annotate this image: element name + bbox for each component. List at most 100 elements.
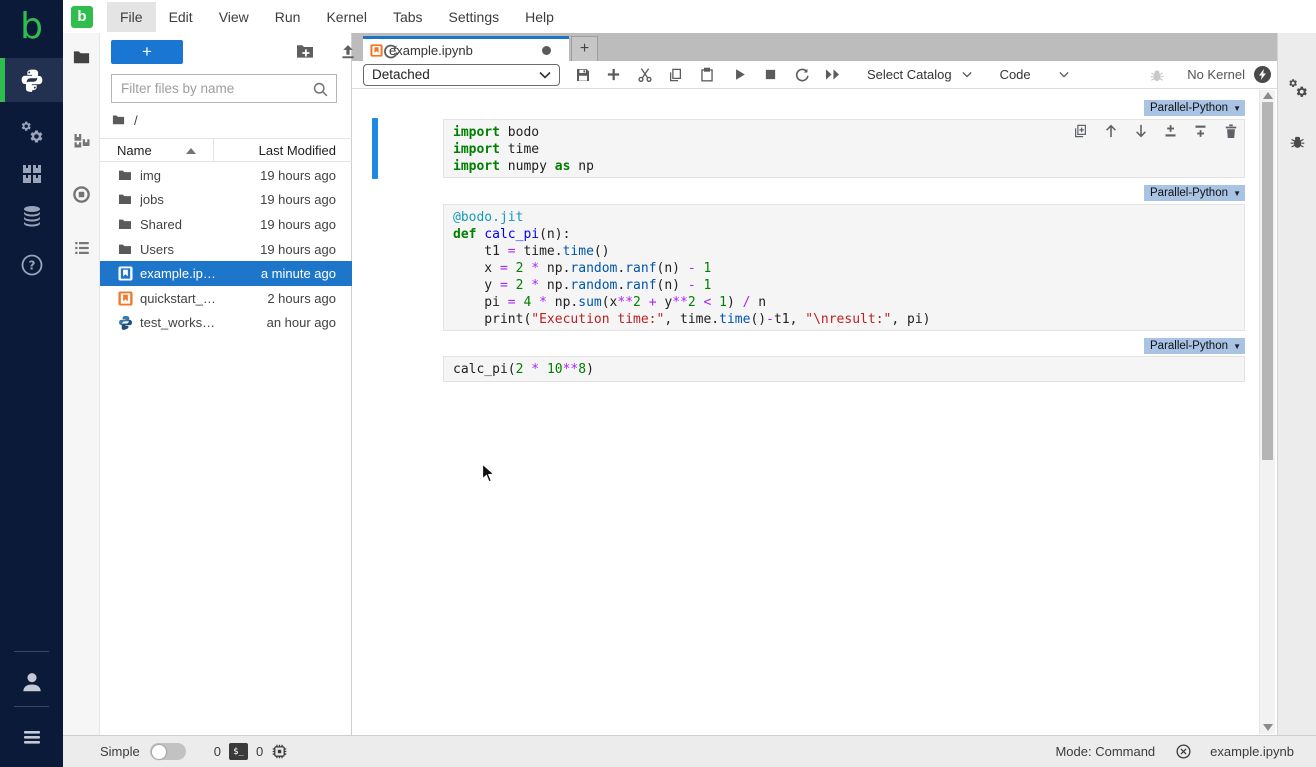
column-divider (213, 139, 214, 162)
mode-indicator[interactable]: Mode: Command (1055, 744, 1155, 759)
menu-edit[interactable]: Edit (156, 2, 206, 32)
cell-kernel-dropdown[interactable]: Parallel-Python ▼ (1144, 338, 1245, 354)
file-row-example-selected[interactable]: example.ip… a minute ago (100, 261, 352, 286)
kernel-status-label[interactable]: No Kernel (1187, 67, 1245, 82)
column-name[interactable]: Name (117, 143, 152, 158)
sidebar-item-notebooks[interactable] (0, 58, 63, 102)
cell-kernel-dropdown[interactable]: Parallel-Python▼ (1144, 100, 1245, 116)
insert-cell-below-icon[interactable] (1192, 122, 1209, 139)
file-modified: 19 hours ago (260, 192, 336, 207)
menu-kernel[interactable]: Kernel (313, 2, 379, 32)
sessions-tab[interactable] (63, 125, 100, 155)
home-folder-icon[interactable] (111, 113, 126, 127)
menu-view[interactable]: View (206, 2, 262, 32)
file-row-jobs[interactable]: jobs 19 hours ago (100, 188, 352, 213)
column-last-modified[interactable]: Last Modified (259, 143, 336, 158)
sidebar-item-settings[interactable] (0, 110, 63, 154)
insert-cell-above-icon[interactable] (1162, 122, 1179, 139)
debugger-bug-icon[interactable] (1149, 67, 1165, 83)
file-row-users[interactable]: Users 19 hours ago (100, 237, 352, 262)
sort-ascending-icon (186, 148, 196, 154)
tab-bar: example.ipynb + (352, 33, 1277, 61)
filter-files-input[interactable] (112, 75, 336, 102)
menu-file[interactable]: File (107, 2, 156, 32)
code-cell-2[interactable]: @bodo.jitdef calc_pi(n): t1 = time.time(… (443, 204, 1245, 331)
chevron-down-icon (539, 71, 551, 79)
select-catalog-dropdown[interactable]: Select Catalog (867, 67, 952, 82)
property-inspector-tab[interactable] (1278, 73, 1316, 103)
sidebar-item-account[interactable] (0, 660, 63, 704)
scrollbar-thumb[interactable] (1262, 102, 1273, 460)
scroll-down-arrow[interactable] (1263, 724, 1273, 731)
svg-text:?: ? (28, 259, 35, 273)
tab-title: example.ipynb (389, 43, 542, 58)
running-kernels-tab[interactable] (63, 179, 100, 209)
file-row-test-workspace[interactable]: test_works… an hour ago (100, 311, 352, 336)
file-row-quickstart[interactable]: quickstart_… 2 hours ago (100, 286, 352, 311)
code-cell-3[interactable]: calc_pi(2 * 10**8) (443, 356, 1245, 382)
folder-icon (117, 167, 133, 183)
sidebar-item-help[interactable]: ? (0, 243, 63, 287)
vertical-scrollbar[interactable] (1259, 90, 1275, 734)
cut-cells-button[interactable] (636, 67, 653, 83)
status-filename[interactable]: example.ipynb (1210, 744, 1294, 759)
debugger-tab[interactable] (1278, 126, 1316, 156)
kernel-count[interactable]: 0 (256, 744, 263, 759)
cell-type-dropdown[interactable]: Code (1000, 67, 1031, 82)
file-row-img[interactable]: img 19 hours ago (100, 163, 352, 188)
copy-cells-button[interactable] (667, 67, 684, 83)
file-name: Shared (140, 217, 260, 232)
toggle-knob (152, 745, 166, 759)
scroll-up-arrow[interactable] (1263, 92, 1273, 99)
cell-kernel-label: Parallel-Python (1150, 340, 1228, 352)
notebook-content: Parallel-Python▼ import bodoimport timei… (352, 89, 1277, 735)
help-icon: ? (20, 253, 44, 277)
cell-kernel-dropdown[interactable]: Parallel-Python▼ (1144, 185, 1245, 201)
panel-tab-strip (63, 33, 100, 735)
kernel-indicator-icon[interactable] (1254, 66, 1271, 83)
save-button[interactable] (574, 67, 591, 83)
file-browser-tab[interactable] (63, 42, 100, 72)
interrupt-kernel-button[interactable] (762, 68, 779, 81)
folder-icon (117, 216, 133, 232)
delete-cell-icon[interactable] (1222, 122, 1239, 139)
chevron-down-icon: ▼ (1233, 189, 1241, 198)
breadcrumb-root[interactable]: / (134, 113, 138, 128)
simple-mode-toggle[interactable] (150, 743, 186, 760)
notebook-icon (117, 266, 133, 282)
run-cell-button[interactable] (731, 67, 748, 82)
refresh-icon[interactable] (382, 43, 399, 60)
menu-bar: b File Edit View Run Kernel Tabs Setting… (63, 0, 1316, 33)
file-list: img 19 hours ago jobs 19 hours ago Share… (100, 163, 352, 335)
restart-kernel-button[interactable] (793, 67, 810, 83)
terminal-count[interactable]: 0 (214, 744, 221, 759)
chevron-down-icon: ▼ (1233, 342, 1241, 351)
sidebar-item-workspaces[interactable] (0, 152, 63, 196)
move-cell-up-icon[interactable] (1102, 122, 1119, 139)
new-folder-icon[interactable] (296, 43, 314, 59)
menu-run[interactable]: Run (262, 2, 314, 32)
file-name: example.ip… (140, 266, 261, 281)
new-tab-button[interactable]: + (571, 36, 598, 61)
file-name: jobs (140, 192, 260, 207)
insert-cell-button[interactable] (605, 67, 622, 82)
kernel-select-dropdown[interactable]: Detached (363, 64, 560, 86)
sidebar-divider (14, 706, 49, 707)
search-icon (312, 81, 329, 98)
sidebar-item-catalogs[interactable] (0, 194, 63, 238)
unsaved-changes-dot[interactable] (542, 46, 551, 55)
run-all-cells-button[interactable] (824, 68, 841, 81)
menu-tabs[interactable]: Tabs (380, 2, 436, 32)
duplicate-cell-icon[interactable] (1072, 122, 1089, 139)
menu-help[interactable]: Help (512, 2, 567, 32)
file-modified: 19 hours ago (260, 242, 336, 257)
paste-cells-button[interactable] (698, 67, 715, 83)
hamburger-icon (20, 725, 44, 749)
new-launcher-button[interactable]: + (111, 40, 183, 64)
table-of-contents-tab[interactable] (63, 233, 100, 263)
move-cell-down-icon[interactable] (1132, 122, 1149, 139)
file-row-shared[interactable]: Shared 19 hours ago (100, 212, 352, 237)
menu-settings[interactable]: Settings (436, 2, 513, 32)
upload-icon[interactable] (340, 43, 356, 60)
sidebar-item-menu[interactable] (0, 715, 63, 759)
